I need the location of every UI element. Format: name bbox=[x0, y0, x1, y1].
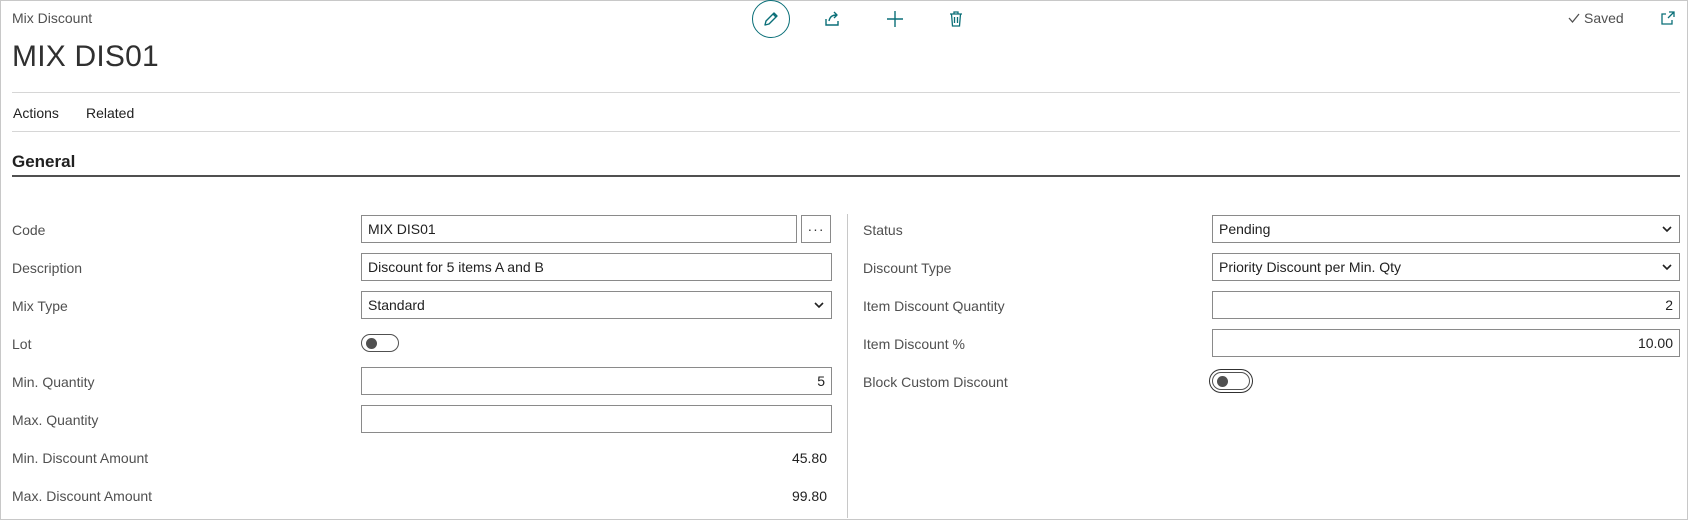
max-quantity-label: Max. Quantity bbox=[12, 412, 99, 428]
min-quantity-input[interactable]: 5 bbox=[361, 367, 832, 395]
max-discount-amount-label: Max. Discount Amount bbox=[12, 488, 153, 504]
new-button[interactable] bbox=[876, 0, 914, 38]
checkmark-icon bbox=[1568, 13, 1580, 24]
column-divider bbox=[847, 214, 848, 518]
menu-actions[interactable]: Actions bbox=[13, 105, 59, 121]
block-custom-discount-toggle-knob bbox=[1217, 376, 1228, 387]
description-value: Discount for 5 items A and B bbox=[368, 259, 544, 275]
saved-label: Saved bbox=[1584, 10, 1624, 26]
min-quantity-value: 5 bbox=[817, 373, 825, 389]
section-general-title[interactable]: General bbox=[12, 152, 75, 172]
chevron-down-icon bbox=[1662, 226, 1672, 233]
code-input[interactable]: MIX DIS01 bbox=[361, 215, 797, 243]
status-label: Status bbox=[863, 222, 903, 238]
chevron-down-icon bbox=[814, 302, 824, 309]
popout-icon bbox=[1661, 11, 1675, 25]
page-caption: Mix Discount bbox=[12, 10, 93, 26]
item-discount-pct-input[interactable]: 10.00 bbox=[1212, 329, 1680, 357]
max-discount-amount-value: 99.80 bbox=[791, 488, 827, 504]
mix-type-label: Mix Type bbox=[12, 298, 68, 314]
delete-button[interactable] bbox=[937, 0, 975, 38]
chevron-down-icon bbox=[1662, 264, 1672, 271]
max-quantity-input[interactable] bbox=[361, 405, 832, 433]
item-discount-pct-value: 10.00 bbox=[1637, 335, 1673, 351]
lot-toggle-knob bbox=[366, 338, 377, 349]
status-value: Pending bbox=[1219, 221, 1271, 237]
trash-icon bbox=[950, 11, 962, 27]
edit-pencil-icon bbox=[764, 12, 778, 26]
menu-related[interactable]: Related bbox=[86, 105, 134, 121]
section-rule bbox=[12, 175, 1680, 177]
item-discount-pct-label: Item Discount % bbox=[863, 336, 965, 352]
status-select[interactable]: Pending bbox=[1212, 215, 1680, 243]
plus-icon bbox=[887, 11, 903, 27]
discount-type-select[interactable]: Priority Discount per Min. Qty bbox=[1212, 253, 1680, 281]
item-discount-quantity-input[interactable]: 2 bbox=[1212, 291, 1680, 319]
lot-toggle[interactable] bbox=[361, 334, 399, 352]
record-title: MIX DIS01 bbox=[12, 40, 159, 73]
code-label: Code bbox=[12, 222, 46, 238]
min-discount-amount-label: Min. Discount Amount bbox=[12, 450, 149, 466]
menu-divider bbox=[12, 131, 1680, 132]
description-label: Description bbox=[12, 260, 83, 276]
popout-button[interactable] bbox=[1658, 8, 1678, 28]
header-divider bbox=[12, 92, 1680, 93]
block-custom-discount-toggle[interactable] bbox=[1212, 372, 1250, 390]
discount-type-label: Discount Type bbox=[863, 260, 952, 276]
item-discount-quantity-label: Item Discount Quantity bbox=[863, 298, 1005, 314]
saved-status: Saved bbox=[1567, 10, 1624, 26]
share-button[interactable] bbox=[813, 0, 851, 38]
discount-type-value: Priority Discount per Min. Qty bbox=[1219, 259, 1402, 275]
min-discount-amount-value: 45.80 bbox=[791, 450, 827, 466]
block-custom-discount-label: Block Custom Discount bbox=[863, 374, 1008, 390]
code-value: MIX DIS01 bbox=[368, 221, 436, 237]
min-quantity-label: Min. Quantity bbox=[12, 374, 95, 390]
mix-type-select[interactable]: Standard bbox=[361, 291, 832, 319]
item-discount-quantity-value: 2 bbox=[1665, 297, 1673, 313]
code-lookup-button[interactable]: ··· bbox=[801, 215, 831, 243]
edit-button[interactable] bbox=[752, 0, 790, 38]
description-input[interactable]: Discount for 5 items A and B bbox=[361, 253, 832, 281]
share-icon bbox=[825, 11, 839, 26]
lot-label: Lot bbox=[12, 336, 32, 352]
mix-type-value: Standard bbox=[368, 297, 425, 313]
